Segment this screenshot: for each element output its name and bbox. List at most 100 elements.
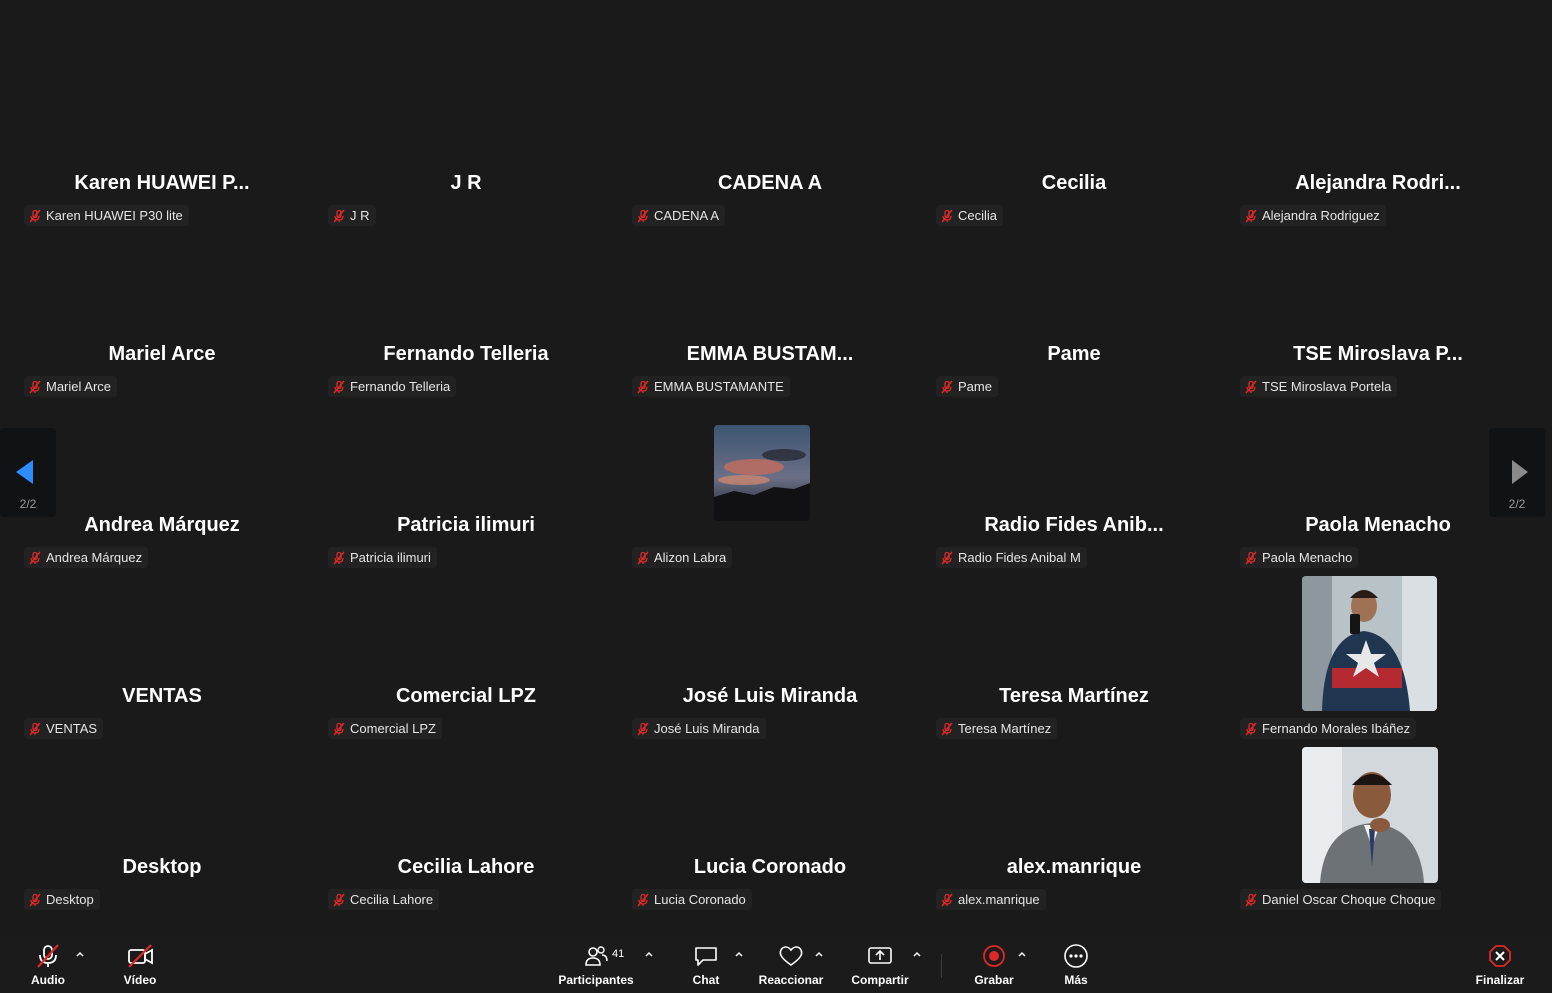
prev-page-button[interactable]: 2/2	[0, 428, 56, 517]
more-button[interactable]: Más	[1058, 942, 1094, 990]
chat-options-caret-icon[interactable]	[733, 948, 745, 960]
participant-display-name: Cecilia Lahore	[397, 856, 535, 878]
video-button[interactable]: Vídeo	[122, 942, 158, 990]
next-page-button[interactable]: 2/2	[1489, 428, 1545, 517]
participant-tile[interactable]: Daniel Oscar Choque Choque	[1226, 747, 1530, 952]
participant-name-label: EMMA BUSTAMANTE	[632, 376, 790, 397]
participant-display-name: Alejandra Rodri...	[1295, 172, 1461, 194]
participant-name-label: Andrea Márquez	[24, 547, 149, 568]
participant-label-text: Paola Menacho	[1262, 550, 1353, 565]
participant-tile[interactable]: Mariel Arce Mariel Arce	[10, 268, 314, 439]
record-options-caret-icon[interactable]	[1016, 948, 1028, 960]
mic-muted-icon	[940, 893, 954, 907]
chat-bubble-icon	[693, 942, 719, 970]
chat-button[interactable]: Chat	[688, 942, 724, 990]
participant-label-text: Comercial LPZ	[350, 721, 436, 736]
audio-options-caret-icon[interactable]	[74, 948, 86, 960]
participant-display-name: TSE Miroslava P...	[1293, 343, 1463, 365]
participant-name-label: Karen HUAWEI P30 lite	[24, 205, 189, 226]
participants-icon	[583, 942, 609, 970]
participant-name-label: Radio Fides Anibal M	[936, 547, 1087, 568]
participant-tile[interactable]: Teresa Martínez Teresa Martínez	[922, 610, 1226, 781]
participant-display-name: Cecilia	[1041, 172, 1107, 194]
participant-tile[interactable]: TSE Miroslava P... TSE Miroslava Portela	[1226, 268, 1530, 439]
microphone-muted-icon	[35, 942, 61, 970]
mic-muted-icon	[28, 722, 42, 736]
participant-display-name: Radio Fides Anib...	[984, 514, 1164, 536]
share-options-caret-icon[interactable]	[911, 948, 923, 960]
mic-muted-icon	[636, 551, 650, 565]
participant-label-text: Mariel Arce	[46, 379, 112, 394]
mic-muted-icon	[332, 380, 346, 394]
participant-tile[interactable]: EMMA BUSTAM... EMMA BUSTAMANTE	[618, 268, 922, 439]
participant-tile[interactable]: alex.manrique alex.manrique	[922, 781, 1226, 952]
participant-name-label: Alizon Labra	[632, 547, 733, 568]
participant-tile[interactable]: Karen HUAWEI P... Karen HUAWEI P30 lite	[10, 97, 314, 268]
participant-label-text: Lucia Coronado	[654, 892, 746, 907]
mic-muted-icon	[332, 551, 346, 565]
participant-video	[1302, 747, 1438, 883]
participant-label-text: EMMA BUSTAMANTE	[654, 379, 784, 394]
audio-button[interactable]: Audio	[30, 942, 66, 990]
participant-tile[interactable]: Fernando Telleria Fernando Telleria	[314, 268, 618, 439]
mic-muted-icon	[940, 380, 954, 394]
participant-name-label: Cecilia Lahore	[328, 889, 440, 910]
mic-muted-icon	[940, 722, 954, 736]
participant-name-label: CADENA A	[632, 205, 726, 226]
mic-muted-icon	[28, 380, 42, 394]
participant-name-label: José Luis Miranda	[632, 718, 766, 739]
participant-label-text: Fernando Morales Ibáñez	[1262, 721, 1411, 736]
participant-tile[interactable]: Cecilia Cecilia	[922, 97, 1226, 268]
meeting-window: Karen HUAWEI P... Karen HUAWEI P30 lite J …	[0, 0, 1552, 993]
record-icon	[981, 942, 1007, 970]
record-button[interactable]: Grabar	[974, 942, 1014, 990]
participant-name-label: alex.manrique	[936, 889, 1046, 910]
participant-tile[interactable]: Lucia Coronado Lucia Coronado	[618, 781, 922, 952]
participant-label-text: Desktop	[46, 892, 94, 907]
video-label: Vídeo	[123, 973, 157, 987]
mic-muted-icon	[636, 209, 650, 223]
participant-tile[interactable]: Alizon Labra	[618, 425, 922, 610]
participant-label-text: Alejandra Rodriguez	[1262, 208, 1380, 223]
mic-muted-icon	[1244, 551, 1258, 565]
participant-video	[714, 425, 810, 521]
participant-label-text: José Luis Miranda	[654, 721, 760, 736]
mic-muted-icon	[332, 893, 346, 907]
participant-tile[interactable]: CADENA A CADENA A	[618, 97, 922, 268]
participant-name-label: Mariel Arce	[24, 376, 118, 397]
participant-tile[interactable]: Cecilia Lahore Cecilia Lahore	[314, 781, 618, 952]
participant-tile[interactable]: Radio Fides Anib... Radio Fides Anibal M	[922, 439, 1226, 610]
participant-tile[interactable]: José Luis Miranda José Luis Miranda	[618, 610, 922, 781]
participant-name-label: TSE Miroslava Portela	[1240, 376, 1398, 397]
participant-tile[interactable]: Pame Pame	[922, 268, 1226, 439]
participants-label: Participantes	[558, 973, 634, 987]
participant-tile[interactable]: Comercial LPZ Comercial LPZ	[314, 610, 618, 781]
mic-muted-icon	[636, 380, 650, 394]
participant-name-label: J R	[328, 205, 376, 226]
share-button[interactable]: Compartir	[850, 942, 910, 990]
participant-display-name: Lucia Coronado	[693, 856, 847, 878]
participant-display-name: Comercial LPZ	[395, 685, 537, 707]
gallery-view: Karen HUAWEI P... Karen HUAWEI P30 lite J …	[0, 0, 1552, 936]
participant-name-label: Cecilia	[936, 205, 1004, 226]
participant-display-name: José Luis Miranda	[682, 685, 858, 707]
participant-display-name: VENTAS	[122, 685, 202, 707]
end-meeting-button[interactable]: Finalizar	[1474, 942, 1526, 990]
participant-label-text: Karen HUAWEI P30 lite	[46, 208, 183, 223]
participant-label-text: VENTAS	[46, 721, 98, 736]
mic-muted-icon	[332, 209, 346, 223]
participant-tile[interactable]: VENTAS VENTAS	[10, 610, 314, 781]
participant-label-text: J R	[350, 208, 370, 223]
participant-tile[interactable]: Alejandra Rodri... Alejandra Rodriguez	[1226, 97, 1530, 268]
participant-name-label: Daniel Oscar Choque Choque	[1240, 889, 1442, 910]
participant-display-name: EMMA BUSTAM...	[686, 343, 854, 365]
participant-name-label: Patricia ilimuri	[328, 547, 437, 568]
participants-options-caret-icon[interactable]	[643, 948, 655, 960]
react-options-caret-icon[interactable]	[813, 948, 825, 960]
participant-tile[interactable]: Patricia ilimuri Patricia ilimuri	[314, 439, 618, 610]
participant-label-text: Teresa Martínez	[958, 721, 1052, 736]
mic-muted-icon	[1244, 209, 1258, 223]
mic-muted-icon	[28, 551, 42, 565]
participant-tile[interactable]: Desktop Desktop	[10, 781, 314, 952]
participant-tile[interactable]: J R J R	[314, 97, 618, 268]
